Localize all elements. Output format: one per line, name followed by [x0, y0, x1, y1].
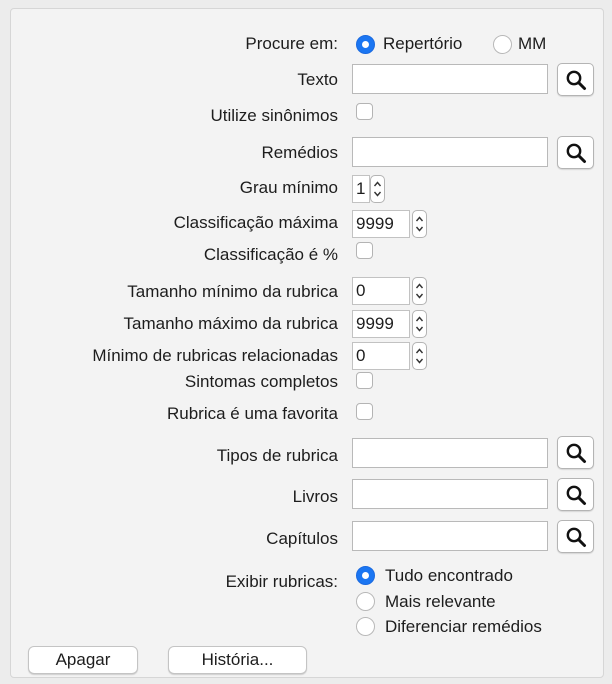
- complete-symptoms-checkbox[interactable]: [356, 372, 373, 389]
- max-rubric-size-input[interactable]: 9999: [352, 310, 410, 338]
- clear-button[interactable]: Apagar: [28, 646, 138, 674]
- chevron-down-icon: [415, 358, 424, 364]
- min-rubric-size-input[interactable]: 0: [352, 277, 410, 305]
- radio-most-relevant-label[interactable]: Mais relevante: [385, 592, 496, 612]
- min-rubric-size-stepper[interactable]: [412, 277, 427, 305]
- chevron-down-icon: [373, 191, 382, 197]
- radio-mm-label[interactable]: MM: [518, 34, 546, 54]
- magnifier-icon: [566, 143, 586, 163]
- chapters-label: Capítulos: [266, 529, 338, 548]
- radio-differentiate-remedies-label[interactable]: Diferenciar remédios: [385, 617, 542, 637]
- magnifier-icon: [566, 485, 586, 505]
- favorite-rubric-label: Rubrica é uma favorita: [166, 404, 338, 423]
- radio-repertory-label[interactable]: Repertório: [383, 34, 462, 54]
- radio-all-found-label[interactable]: Tudo encontrado: [385, 566, 513, 586]
- radio-repertory[interactable]: [356, 35, 375, 54]
- chevron-up-icon: [415, 348, 424, 354]
- text-label: Texto: [297, 70, 338, 89]
- complete-symptoms-label: Sintomas completos: [184, 372, 338, 391]
- rubric-types-label: Tipos de rubrica: [216, 446, 338, 465]
- min-degree-label: Grau mínimo: [239, 178, 338, 197]
- magnifier-icon: [566, 527, 586, 547]
- history-button[interactable]: História...: [168, 646, 307, 674]
- remedies-label: Remédios: [261, 143, 338, 162]
- radio-all-found[interactable]: [356, 566, 375, 585]
- rank-percent-label: Classificação é %: [203, 245, 338, 264]
- books-label: Livros: [292, 487, 338, 506]
- books-input[interactable]: [352, 479, 548, 509]
- max-rank-stepper[interactable]: [412, 210, 427, 238]
- text-input[interactable]: [352, 64, 548, 94]
- chevron-up-icon: [415, 316, 424, 322]
- favorite-rubric-checkbox[interactable]: [356, 403, 373, 420]
- min-degree-stepper[interactable]: [370, 175, 385, 203]
- min-degree-input[interactable]: 1: [352, 175, 370, 203]
- min-related-rubrics-label: Mínimo de rubricas relacionadas: [92, 346, 338, 365]
- max-rank-input[interactable]: 9999: [352, 210, 410, 238]
- use-synonyms-label: Utilize sinônimos: [210, 106, 338, 125]
- remedies-search-button[interactable]: [557, 136, 594, 169]
- radio-mm[interactable]: [493, 35, 512, 54]
- magnifier-icon: [566, 70, 586, 90]
- remedies-input[interactable]: [352, 137, 548, 167]
- radio-most-relevant[interactable]: [356, 592, 375, 611]
- chevron-down-icon: [415, 326, 424, 332]
- chevron-down-icon: [415, 226, 424, 232]
- books-search-button[interactable]: [557, 478, 594, 511]
- rank-percent-checkbox[interactable]: [356, 242, 373, 259]
- chapters-input[interactable]: [352, 521, 548, 551]
- chevron-up-icon: [415, 283, 424, 289]
- rubric-types-input[interactable]: [352, 438, 548, 468]
- chevron-up-icon: [373, 181, 382, 187]
- show-rubrics-label: Exibir rubricas:: [225, 572, 338, 591]
- min-related-rubrics-stepper[interactable]: [412, 342, 427, 370]
- chevron-down-icon: [415, 293, 424, 299]
- magnifier-icon: [566, 443, 586, 463]
- min-related-rubrics-input[interactable]: 0: [352, 342, 410, 370]
- max-rubric-size-label: Tamanho máximo da rubrica: [123, 314, 338, 333]
- min-rubric-size-label: Tamanho mínimo da rubrica: [127, 282, 338, 301]
- max-rank-label: Classificação máxima: [173, 213, 338, 232]
- use-synonyms-checkbox[interactable]: [356, 103, 373, 120]
- rubric-types-search-button[interactable]: [557, 436, 594, 469]
- max-rubric-size-stepper[interactable]: [412, 310, 427, 338]
- radio-differentiate-remedies[interactable]: [356, 617, 375, 636]
- chevron-up-icon: [415, 216, 424, 222]
- text-search-button[interactable]: [557, 63, 594, 96]
- search-in-label: Procure em:: [245, 34, 338, 53]
- chapters-search-button[interactable]: [557, 520, 594, 553]
